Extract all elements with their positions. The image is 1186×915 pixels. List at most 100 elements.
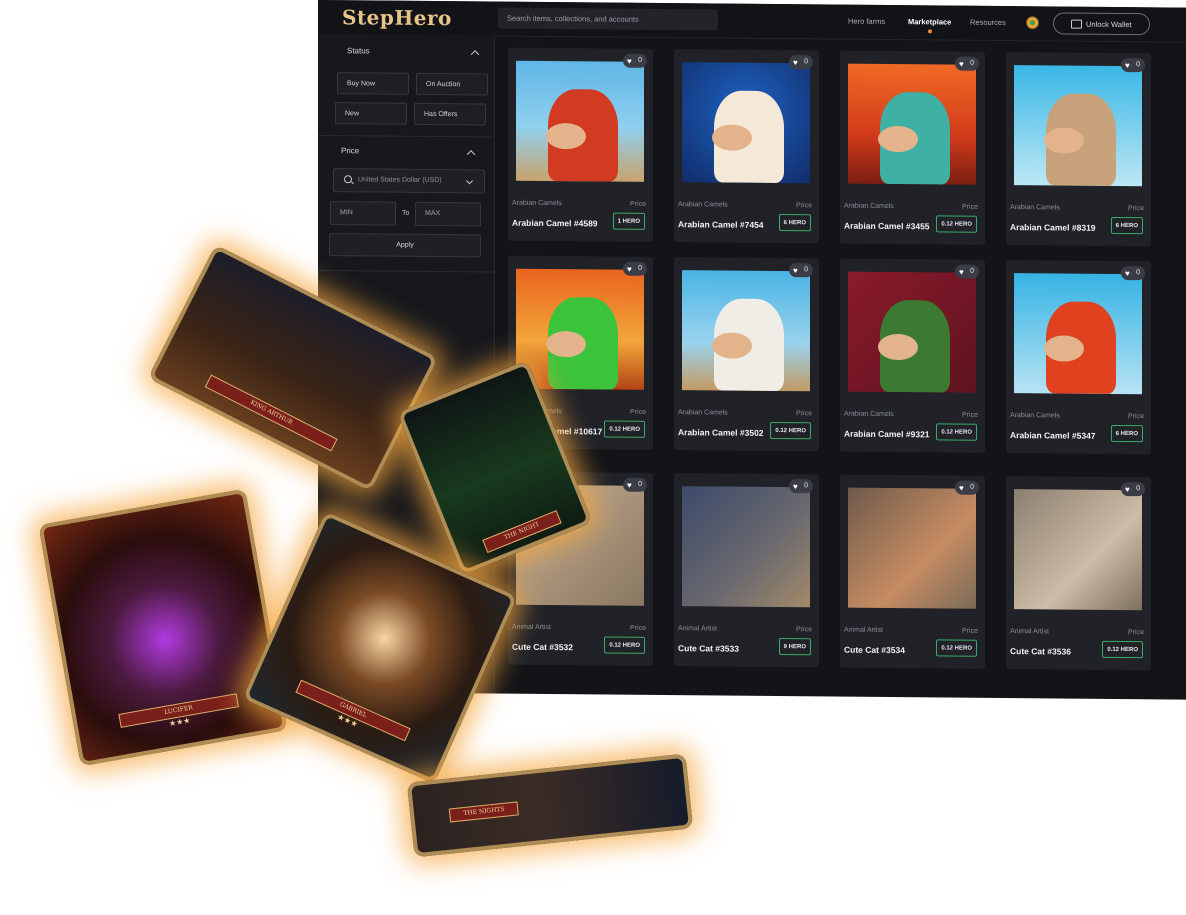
nft-name: Arabian Camel #3502 bbox=[678, 427, 764, 438]
chevron-up-icon[interactable] bbox=[470, 50, 480, 59]
price-label: Price bbox=[796, 410, 812, 418]
apply-button[interactable]: Apply bbox=[329, 233, 481, 258]
collection-name: Arabian Camels bbox=[678, 409, 728, 417]
price-label: Price bbox=[630, 624, 646, 632]
collection-name: Arabian Camels bbox=[512, 199, 562, 208]
price-button[interactable]: 0.12 HERO bbox=[936, 215, 977, 233]
coin-icon[interactable] bbox=[1026, 16, 1039, 30]
camel-snout bbox=[1044, 335, 1084, 362]
like-button[interactable]: ♥ 0 bbox=[1121, 58, 1145, 73]
nft-name: Arabian Camel #3455 bbox=[844, 220, 930, 232]
chevron-down-icon bbox=[465, 177, 474, 185]
nft-image[interactable] bbox=[1014, 65, 1142, 187]
filter-buy-now[interactable]: Buy Now bbox=[337, 72, 409, 95]
like-button[interactable]: ♥ 0 bbox=[789, 479, 813, 494]
divider bbox=[318, 135, 494, 138]
nft-image[interactable] bbox=[516, 268, 644, 390]
like-button[interactable]: ♥ 0 bbox=[1121, 482, 1145, 497]
price-button[interactable]: 0.12 HERO bbox=[936, 423, 977, 441]
nft-image[interactable] bbox=[1014, 489, 1142, 611]
price-button[interactable]: 9 HERO bbox=[778, 638, 811, 656]
nft-card[interactable]: ♥ 0 Arabian Camels Price Arabian Camel #… bbox=[840, 258, 985, 453]
nav-resources[interactable]: Resources bbox=[970, 18, 1006, 27]
like-button[interactable]: ♥ 0 bbox=[623, 261, 647, 276]
nft-card[interactable]: ♥ 0 Arabian Camels Price Arabian Camel #… bbox=[1006, 260, 1151, 455]
price-button[interactable]: 6 HERO bbox=[1110, 424, 1143, 443]
logo[interactable]: StepHero bbox=[342, 5, 452, 30]
like-count: 0 bbox=[970, 59, 974, 67]
nft-card[interactable]: ♥ 0 Animal Artist Price Cute Cat #3534 0… bbox=[840, 474, 985, 669]
chevron-up-icon[interactable] bbox=[466, 150, 476, 159]
nav-marketplace[interactable]: Marketplace bbox=[908, 17, 951, 26]
like-count: 0 bbox=[1136, 485, 1140, 493]
nft-card[interactable]: ♥ 0 Arabian Camels Price Arabian Camel #… bbox=[674, 49, 819, 244]
price-button[interactable]: 0.12 HERO bbox=[936, 639, 977, 657]
price-button[interactable]: 0.12 HERO bbox=[604, 636, 645, 654]
like-button[interactable]: ♥ 0 bbox=[1121, 266, 1145, 281]
like-button[interactable]: ♥ 0 bbox=[955, 56, 979, 71]
wallet-icon bbox=[1071, 19, 1082, 29]
collection-name: Animal Artist bbox=[512, 623, 551, 632]
heart-icon: ♥ bbox=[793, 482, 798, 492]
heart-icon: ♥ bbox=[627, 264, 632, 274]
nft-image[interactable] bbox=[848, 271, 976, 393]
nft-name: Cute Cat #3534 bbox=[844, 644, 905, 656]
like-button[interactable]: ♥ 0 bbox=[955, 264, 979, 279]
filter-on-auction[interactable]: On Auction bbox=[416, 72, 488, 96]
like-button[interactable]: ♥ 0 bbox=[789, 55, 813, 70]
nav-hero-farms[interactable]: Hero farms bbox=[848, 17, 885, 26]
nft-image[interactable] bbox=[682, 62, 810, 184]
unlock-wallet-label: Unlock Wallet bbox=[1086, 19, 1132, 30]
price-button[interactable]: 0.12 HERO bbox=[1102, 640, 1143, 659]
nft-name: Cute Cat #3536 bbox=[1010, 646, 1071, 657]
nft-image[interactable] bbox=[516, 60, 644, 182]
collection-name: Arabian Camels bbox=[844, 410, 894, 419]
filter-has-offers[interactable]: Has Offers bbox=[414, 102, 486, 126]
nft-image[interactable] bbox=[848, 63, 976, 185]
nft-card[interactable]: ♥ 0 Animal Artist Price Cute Cat #3536 0… bbox=[1006, 476, 1151, 671]
nft-name: Cute Cat #3532 bbox=[512, 641, 573, 653]
price-button[interactable]: 1 HERO bbox=[612, 212, 645, 230]
like-button[interactable]: ♥ 0 bbox=[955, 480, 979, 495]
camel-snout bbox=[1044, 127, 1084, 154]
like-button[interactable]: ♥ 0 bbox=[623, 53, 647, 68]
like-button[interactable]: ♥ 0 bbox=[789, 263, 813, 278]
collection-name: Arabian Camels bbox=[678, 201, 728, 209]
like-button[interactable]: ♥ 0 bbox=[623, 477, 647, 492]
nft-image[interactable] bbox=[1014, 273, 1142, 395]
nft-card[interactable]: ♥ 0 Arabian Camels Price Arabian Camel #… bbox=[674, 257, 819, 452]
filter-new[interactable]: New bbox=[335, 102, 407, 125]
price-button[interactable]: 6 HERO bbox=[778, 214, 811, 232]
like-count: 0 bbox=[638, 56, 642, 64]
nft-name: Arabian Camel #7454 bbox=[678, 219, 764, 230]
price-label: Price bbox=[962, 627, 978, 635]
heart-icon: ♥ bbox=[1125, 61, 1130, 71]
price-button[interactable]: 0.12 HERO bbox=[770, 421, 811, 440]
nft-card[interactable]: ♥ 0 Animal Artist Price Cute Cat #3533 9… bbox=[674, 473, 819, 668]
nft-image[interactable] bbox=[682, 270, 810, 392]
collection-name: Arabian Camels bbox=[1010, 412, 1060, 420]
camel-snout bbox=[878, 125, 918, 153]
camel-snout bbox=[546, 330, 586, 358]
search-icon bbox=[344, 175, 352, 184]
max-price-input[interactable]: MAX bbox=[415, 201, 481, 227]
currency-select[interactable]: United States Dollar (USD) bbox=[333, 168, 485, 194]
card-frame bbox=[406, 753, 694, 858]
price-button[interactable]: 6 HERO bbox=[1110, 216, 1143, 235]
unlock-wallet-button[interactable]: Unlock Wallet bbox=[1053, 12, 1150, 36]
collection-name: Arabian Camels bbox=[1010, 204, 1060, 212]
nft-name: Arabian Camel #9321 bbox=[844, 428, 930, 440]
nft-image[interactable] bbox=[682, 486, 810, 608]
nft-card[interactable]: ♥ 0 Arabian Camels Price Arabian Camel #… bbox=[508, 47, 653, 242]
nft-image[interactable] bbox=[848, 487, 976, 609]
heart-icon: ♥ bbox=[1125, 269, 1130, 279]
nft-card[interactable]: ♥ 0 Arabian Camels Price Arabian Camel #… bbox=[840, 50, 985, 245]
heart-icon: ♥ bbox=[959, 483, 964, 493]
to-label: To bbox=[402, 209, 410, 217]
like-count: 0 bbox=[970, 267, 974, 275]
like-count: 0 bbox=[804, 266, 808, 274]
nft-card[interactable]: ♥ 0 Arabian Camels Price Arabian Camel #… bbox=[1006, 52, 1151, 247]
search-input[interactable]: Search items, collections, and accounts bbox=[498, 7, 718, 31]
min-price-input[interactable]: MIN bbox=[330, 201, 396, 226]
price-button[interactable]: 0.12 HERO bbox=[604, 420, 645, 438]
